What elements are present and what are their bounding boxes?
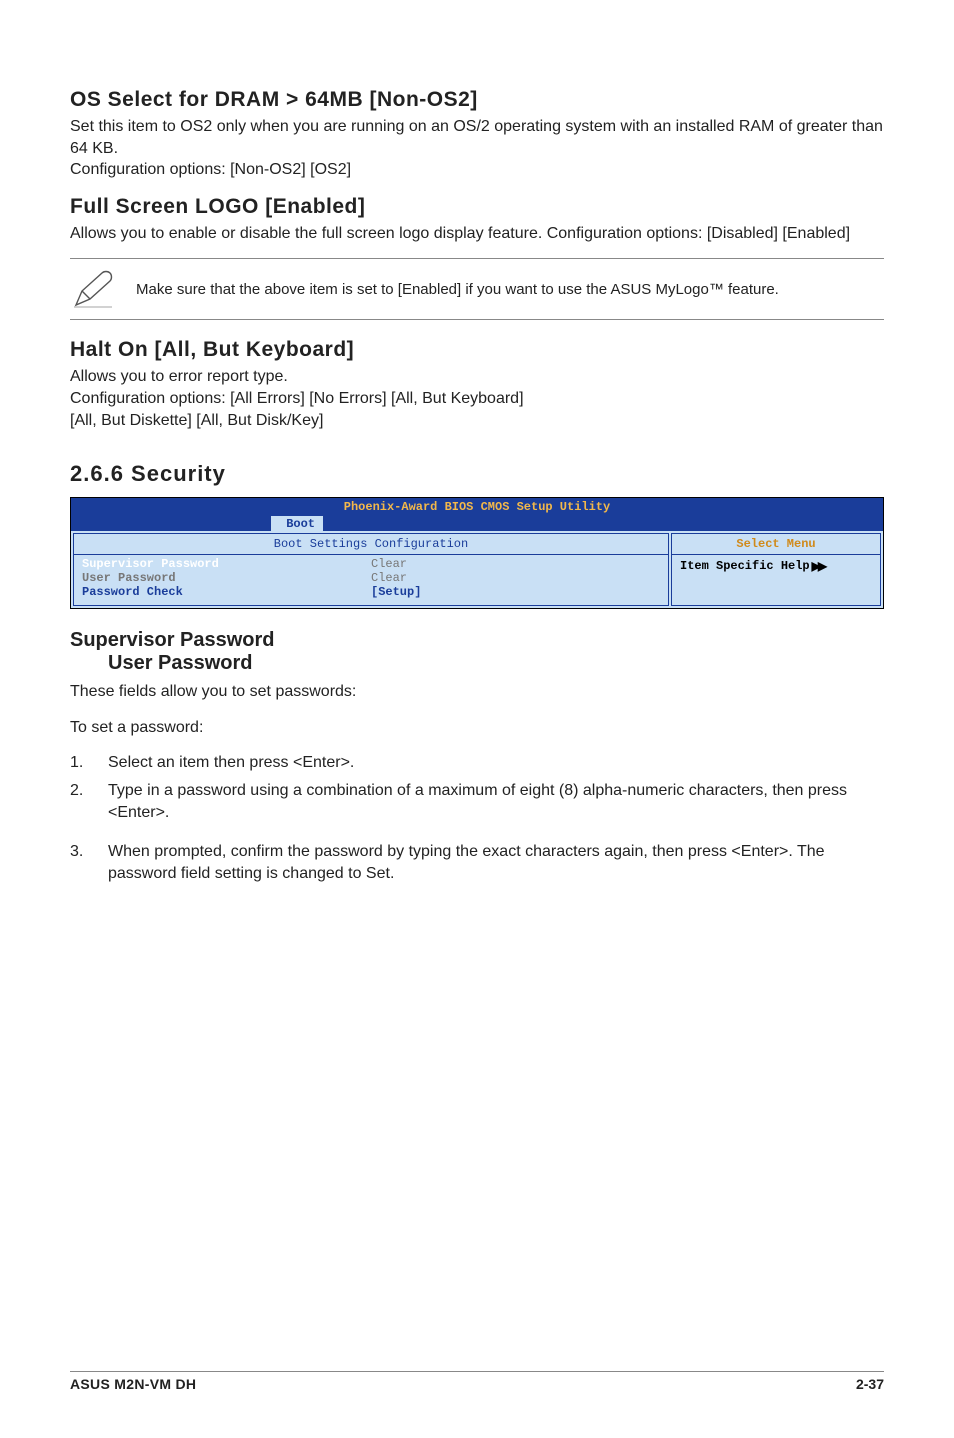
paragraph-os-select: Set this item to OS2 only when you are r… (70, 116, 884, 181)
list-item: Type in a password using a combination o… (70, 780, 884, 823)
paragraph-halt-on: Allows you to error report type. Configu… (70, 366, 884, 431)
heading-halt-on: Halt On [All, But Keyboard] (70, 338, 884, 362)
heading-os-select: OS Select for DRAM > 64MB [Non-OS2] (70, 88, 884, 112)
bios-row-user: User PasswordClear (82, 571, 660, 585)
page-footer: ASUS M2N-VM DH 2-37 (70, 1371, 884, 1392)
password-steps-list: Select an item then press <Enter>. Type … (70, 752, 884, 884)
bios-subheader: Boot Settings Configuration (74, 534, 668, 555)
paragraph-toset: To set a password: (70, 717, 884, 739)
heading-user-password: User Password (108, 652, 884, 675)
list-item: When prompted, confirm the password by t… (70, 841, 884, 884)
bios-help-title: Select Menu (671, 533, 881, 555)
bios-tab-bar: Boot (71, 516, 883, 531)
bios-right-panel: Select Menu Item Specific Help▶▶ (671, 533, 881, 606)
note-block: Make sure that the above item is set to … (70, 269, 884, 309)
bios-screenshot: Phoenix-Award BIOS CMOS Setup Utility Bo… (70, 497, 884, 609)
bios-tab-boot: Boot (271, 516, 323, 531)
document-page: OS Select for DRAM > 64MB [Non-OS2] Set … (0, 0, 954, 1438)
bios-help-body: Item Specific Help▶▶ (671, 555, 881, 606)
password-heading-block: Supervisor Password User Password (70, 629, 884, 675)
bios-row-password-check: Password Check[Setup] (82, 585, 660, 599)
paragraph-password-intro: These fields allow you to set passwords: (70, 681, 884, 703)
heading-supervisor-password: Supervisor Password (70, 629, 884, 652)
note-text: Make sure that the above item is set to … (136, 280, 779, 300)
list-item: Select an item then press <Enter>. (70, 752, 884, 774)
divider (70, 258, 884, 259)
section-heading-security: 2.6.6 Security (70, 461, 884, 487)
bios-left-panel: Boot Settings Configuration Supervisor P… (73, 533, 669, 606)
divider (70, 319, 884, 320)
bios-title: Phoenix-Award BIOS CMOS Setup Utility (71, 498, 883, 516)
bios-row-supervisor: Supervisor PasswordClear (82, 557, 660, 571)
footer-page-number: 2-37 (856, 1376, 884, 1392)
pencil-icon (70, 269, 118, 309)
heading-fullscreen-logo: Full Screen LOGO [Enabled] (70, 195, 884, 219)
right-arrows-icon: ▶▶ (812, 559, 824, 573)
paragraph-fullscreen-logo: Allows you to enable or disable the full… (70, 223, 884, 245)
footer-product: ASUS M2N-VM DH (70, 1376, 196, 1392)
